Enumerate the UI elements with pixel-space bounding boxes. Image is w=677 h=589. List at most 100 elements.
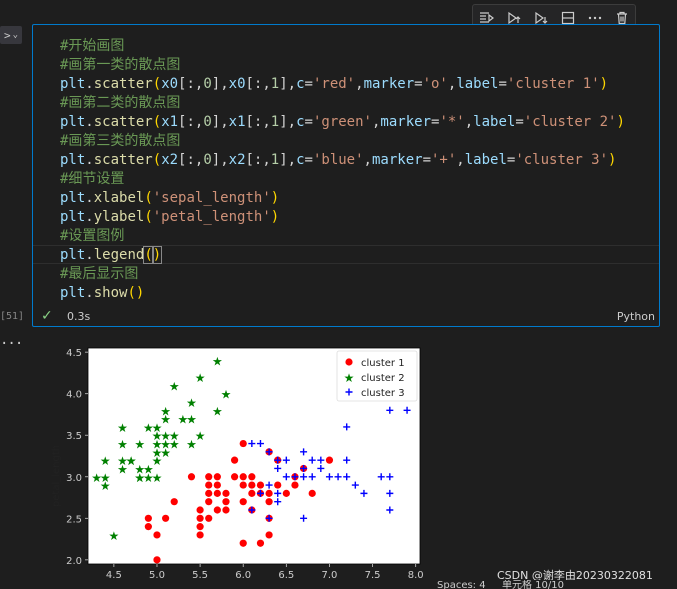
success-check-icon: ✓ bbox=[41, 308, 53, 324]
cell-status-row: ✓ 0.3s Python bbox=[33, 307, 659, 327]
legend-label: cluster 3 bbox=[361, 388, 405, 399]
cell-language[interactable]: Python bbox=[617, 310, 655, 323]
status-cell-index[interactable]: 单元格 10/10 bbox=[502, 580, 564, 589]
code-token: 'petal_length' bbox=[152, 209, 271, 225]
code-token: ) bbox=[608, 152, 617, 168]
code-token: scatter bbox=[93, 152, 153, 168]
point-cluster-2: ★ bbox=[169, 379, 180, 393]
code-token: label bbox=[473, 114, 516, 130]
code-token: plt bbox=[60, 285, 86, 301]
y-tick-label: 3.0 bbox=[66, 473, 82, 484]
code-token: = bbox=[304, 152, 313, 168]
code-token: . bbox=[85, 285, 94, 301]
chevron-right-icon: > bbox=[3, 28, 11, 42]
point-cluster-1 bbox=[196, 523, 204, 531]
code-line[interactable]: #画第一类的散点图 bbox=[60, 56, 625, 75]
code-cell[interactable]: #开始画图 #画第一类的散点图 plt.scatter(x0[:,0],x0[:,1… bbox=[32, 24, 660, 327]
code-token: 1 bbox=[270, 152, 280, 168]
point-cluster-2: ★ bbox=[100, 471, 111, 485]
code-token: plt bbox=[60, 152, 86, 168]
point-cluster-1 bbox=[239, 473, 247, 481]
code-token: . bbox=[85, 209, 94, 225]
y-axis-label: petal_length bbox=[51, 445, 62, 507]
code-token: 'cluster 3' bbox=[515, 152, 609, 168]
x-tick-label: 5.5 bbox=[192, 570, 208, 580]
code-line[interactable]: plt.show() bbox=[60, 284, 625, 303]
x-tick-label: 4.5 bbox=[106, 570, 122, 580]
code-token: ], bbox=[279, 152, 297, 168]
point-cluster-2: ★ bbox=[221, 388, 232, 402]
point-cluster-1 bbox=[144, 523, 152, 531]
point-cluster-1 bbox=[222, 506, 230, 514]
point-cluster-2: ★ bbox=[195, 429, 206, 443]
code-token: x1 bbox=[228, 114, 246, 130]
code-line[interactable]: plt.scatter(x1[:,0],x1[:,1],c='green',ma… bbox=[60, 113, 625, 132]
x-tick-label: 6.0 bbox=[235, 570, 251, 580]
point-cluster-1 bbox=[239, 539, 247, 547]
code-token: plt bbox=[60, 190, 86, 206]
collapse-cell-button[interactable]: > ⌄ bbox=[0, 26, 22, 44]
y-tick-label: 4.5 bbox=[66, 348, 82, 359]
point-cluster-1 bbox=[222, 498, 230, 506]
code-token: ( bbox=[144, 209, 153, 225]
code-token: 'blue' bbox=[312, 152, 364, 168]
point-cluster-2: ★ bbox=[195, 371, 206, 385]
point-cluster-1 bbox=[153, 556, 161, 564]
code-token: #最后显示图 bbox=[60, 266, 139, 282]
code-line[interactable]: plt.legend() bbox=[60, 246, 625, 265]
code-token: ], bbox=[279, 76, 297, 92]
output-more-icon[interactable]: ··· bbox=[0, 336, 23, 352]
code-token: [:, bbox=[245, 152, 271, 168]
point-cluster-2: ★ bbox=[117, 421, 128, 435]
y-tick-label: 2.5 bbox=[66, 514, 82, 525]
code-token: = bbox=[304, 76, 313, 92]
x-tick-label: 7.0 bbox=[322, 570, 338, 580]
y-tick-label: 3.5 bbox=[66, 431, 82, 442]
code-token: '*' bbox=[439, 114, 465, 130]
code-token: ], bbox=[211, 76, 229, 92]
code-line[interactable]: #设置图例 bbox=[60, 227, 625, 246]
code-token: 0 bbox=[203, 152, 212, 168]
code-line[interactable]: plt.scatter(x2[:,0],x2[:,1],c='blue',mar… bbox=[60, 151, 625, 170]
code-line[interactable]: #开始画图 bbox=[60, 37, 625, 56]
code-token: plt bbox=[60, 209, 86, 225]
code-token: #设置图例 bbox=[60, 228, 125, 244]
code-token: = bbox=[414, 76, 423, 92]
code-token: . bbox=[85, 247, 94, 263]
code-token: c bbox=[296, 152, 305, 168]
point-cluster-1 bbox=[144, 514, 152, 522]
code-editor[interactable]: #开始画图 #画第一类的散点图 plt.scatter(x0[:,0],x0[:,1… bbox=[60, 37, 625, 303]
status-bar: Spaces: 4 单元格 10/10 bbox=[0, 580, 677, 589]
code-line[interactable]: #画第三类的散点图 bbox=[60, 132, 625, 151]
point-cluster-2: ★ bbox=[117, 438, 128, 452]
point-cluster-1 bbox=[248, 481, 256, 489]
point-cluster-1 bbox=[239, 481, 247, 489]
code-token: [:, bbox=[178, 114, 204, 130]
code-line[interactable]: #画第二类的散点图 bbox=[60, 94, 625, 113]
code-token: c bbox=[296, 114, 305, 130]
code-token: 'o' bbox=[422, 76, 448, 92]
code-token: scatter bbox=[93, 114, 153, 130]
code-token: ], bbox=[211, 152, 229, 168]
x-tick-label: 7.5 bbox=[365, 570, 381, 580]
code-token: xlabel bbox=[93, 190, 145, 206]
point-cluster-1 bbox=[196, 531, 204, 539]
code-token: plt bbox=[60, 114, 86, 130]
execution-count: [51] bbox=[0, 311, 25, 322]
status-spaces[interactable]: Spaces: 4 bbox=[437, 580, 486, 589]
code-line[interactable]: #最后显示图 bbox=[60, 265, 625, 284]
code-token: [:, bbox=[245, 76, 271, 92]
point-cluster-1 bbox=[256, 539, 265, 547]
code-token: 0 bbox=[203, 114, 212, 130]
code-token: [:, bbox=[245, 114, 271, 130]
point-cluster-1 bbox=[196, 506, 204, 514]
point-cluster-1 bbox=[205, 489, 213, 497]
code-line[interactable]: plt.scatter(x0[:,0],x0[:,1],c='red',mark… bbox=[60, 75, 625, 94]
code-line[interactable]: plt.xlabel('sepal_length') bbox=[60, 189, 625, 208]
code-line[interactable]: #细节设置 bbox=[60, 170, 625, 189]
code-line[interactable]: plt.ylabel('petal_length') bbox=[60, 208, 625, 227]
code-token: label bbox=[464, 152, 507, 168]
x-tick-label: 8.0 bbox=[408, 570, 424, 580]
code-token: , bbox=[456, 152, 465, 168]
point-cluster-1 bbox=[205, 498, 213, 506]
